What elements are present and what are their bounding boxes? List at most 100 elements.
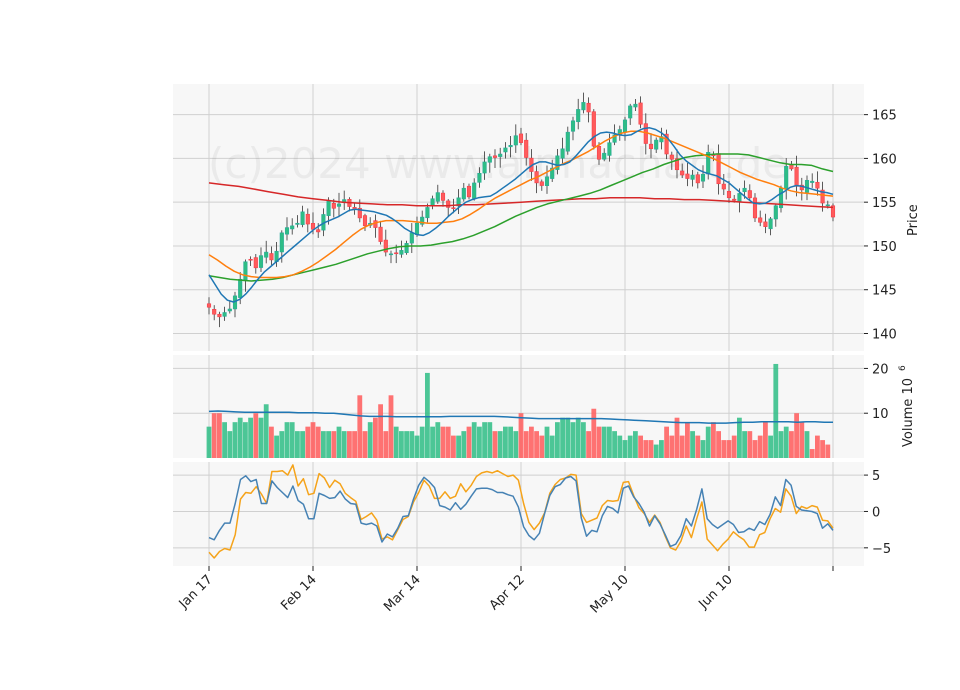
volume-bar — [425, 372, 430, 458]
volume-bar — [648, 440, 654, 458]
candle-body — [685, 173, 690, 179]
price-tick-label: 155 — [872, 196, 897, 211]
price-tick-label: 160 — [872, 152, 897, 167]
candle-body — [737, 193, 742, 202]
candle-body — [565, 131, 570, 152]
volume-bar — [638, 435, 643, 458]
volume-bar — [300, 431, 305, 458]
volume-bar — [451, 435, 456, 458]
candle-body — [690, 174, 695, 180]
candle-body — [602, 152, 607, 160]
volume-bar — [289, 422, 295, 458]
candle-body — [752, 197, 758, 219]
candle-body — [794, 166, 799, 187]
volume-bar — [310, 422, 316, 458]
volume-bar — [773, 363, 779, 458]
volume-bar — [763, 422, 768, 458]
oscillator-tick-label: 5 — [872, 469, 880, 484]
volume-bar — [461, 431, 467, 458]
volume-bar — [747, 431, 753, 458]
candle-body — [362, 215, 368, 227]
candle-body — [680, 170, 685, 176]
volume-bar — [596, 426, 602, 458]
x-tick-label: May 10 — [588, 572, 632, 616]
candle-body — [591, 111, 596, 147]
volume-bar — [742, 431, 747, 458]
volume-bar — [367, 422, 373, 458]
volume-bar — [430, 426, 435, 458]
candle-body — [628, 105, 633, 119]
candle-body — [414, 222, 420, 235]
price-tick-label: 140 — [872, 327, 897, 342]
volume-bar — [326, 431, 331, 458]
oscillator-tick-label: 0 — [872, 505, 880, 520]
candle-body — [451, 207, 456, 209]
volume-bar — [711, 422, 716, 458]
volume-bar — [737, 417, 742, 458]
volume-bar — [757, 435, 763, 458]
candle-body — [581, 102, 586, 111]
volume-bar — [357, 395, 363, 458]
candle-body — [466, 185, 472, 198]
candle-body — [290, 225, 295, 230]
volume-bar — [705, 426, 711, 458]
candle-body — [487, 156, 492, 163]
volume-bar — [544, 426, 550, 458]
volume-bar — [622, 440, 628, 458]
candle-body — [461, 187, 466, 200]
price-tick-label: 165 — [872, 109, 897, 124]
volume-bar — [456, 435, 461, 458]
volume-bar — [617, 435, 623, 458]
volume-bar — [804, 431, 810, 458]
volume-bar — [362, 431, 368, 458]
volume-tick-label: 20 — [872, 362, 889, 377]
candle-body — [721, 183, 726, 190]
candle-body — [336, 203, 342, 207]
volume-bar — [248, 417, 253, 458]
volume-bar — [549, 435, 555, 458]
volume-bar — [295, 431, 300, 458]
x-tick-label: Jun 10 — [696, 572, 736, 612]
volume-bar — [404, 431, 409, 458]
candle-body — [378, 226, 383, 242]
volume-bar — [581, 422, 586, 458]
volume-bar — [695, 435, 701, 458]
volume-bar — [659, 440, 664, 458]
candle-body — [388, 253, 394, 256]
candle-body — [212, 308, 217, 315]
candle-body — [440, 192, 446, 201]
volume-bar — [347, 431, 352, 458]
volume-bar — [685, 422, 690, 458]
volume-bar — [627, 435, 633, 458]
volume-bar — [815, 435, 820, 458]
candle-body — [331, 202, 336, 209]
volume-bar — [508, 426, 513, 458]
volume-tick-label: 10 — [872, 407, 889, 422]
volume-bar — [560, 417, 565, 458]
candle-body — [316, 229, 321, 233]
candle-body — [508, 145, 513, 148]
volume-bar — [279, 431, 285, 458]
volume-bar — [378, 404, 383, 458]
volume-bar — [643, 440, 649, 458]
volume-bar — [399, 431, 404, 458]
volume-bar — [492, 431, 498, 458]
volume-bar — [518, 413, 524, 458]
candle-body — [804, 180, 810, 193]
candle-body — [638, 102, 643, 125]
candle-body — [596, 145, 602, 160]
candle-body — [747, 190, 752, 199]
price-tick-label: 150 — [872, 240, 897, 255]
volume-bar — [305, 426, 311, 458]
volume-bar — [232, 422, 238, 458]
price-axis-label: Price — [906, 204, 921, 236]
volume-bar — [653, 444, 659, 458]
volume-bar — [716, 431, 721, 458]
candle-body — [518, 133, 524, 143]
volume-bar — [523, 431, 529, 458]
candle-body — [539, 181, 544, 186]
candle-body — [472, 182, 477, 199]
x-tick-label: Mar 14 — [381, 572, 424, 615]
volume-bar — [243, 422, 248, 458]
volume-bar — [809, 449, 815, 458]
